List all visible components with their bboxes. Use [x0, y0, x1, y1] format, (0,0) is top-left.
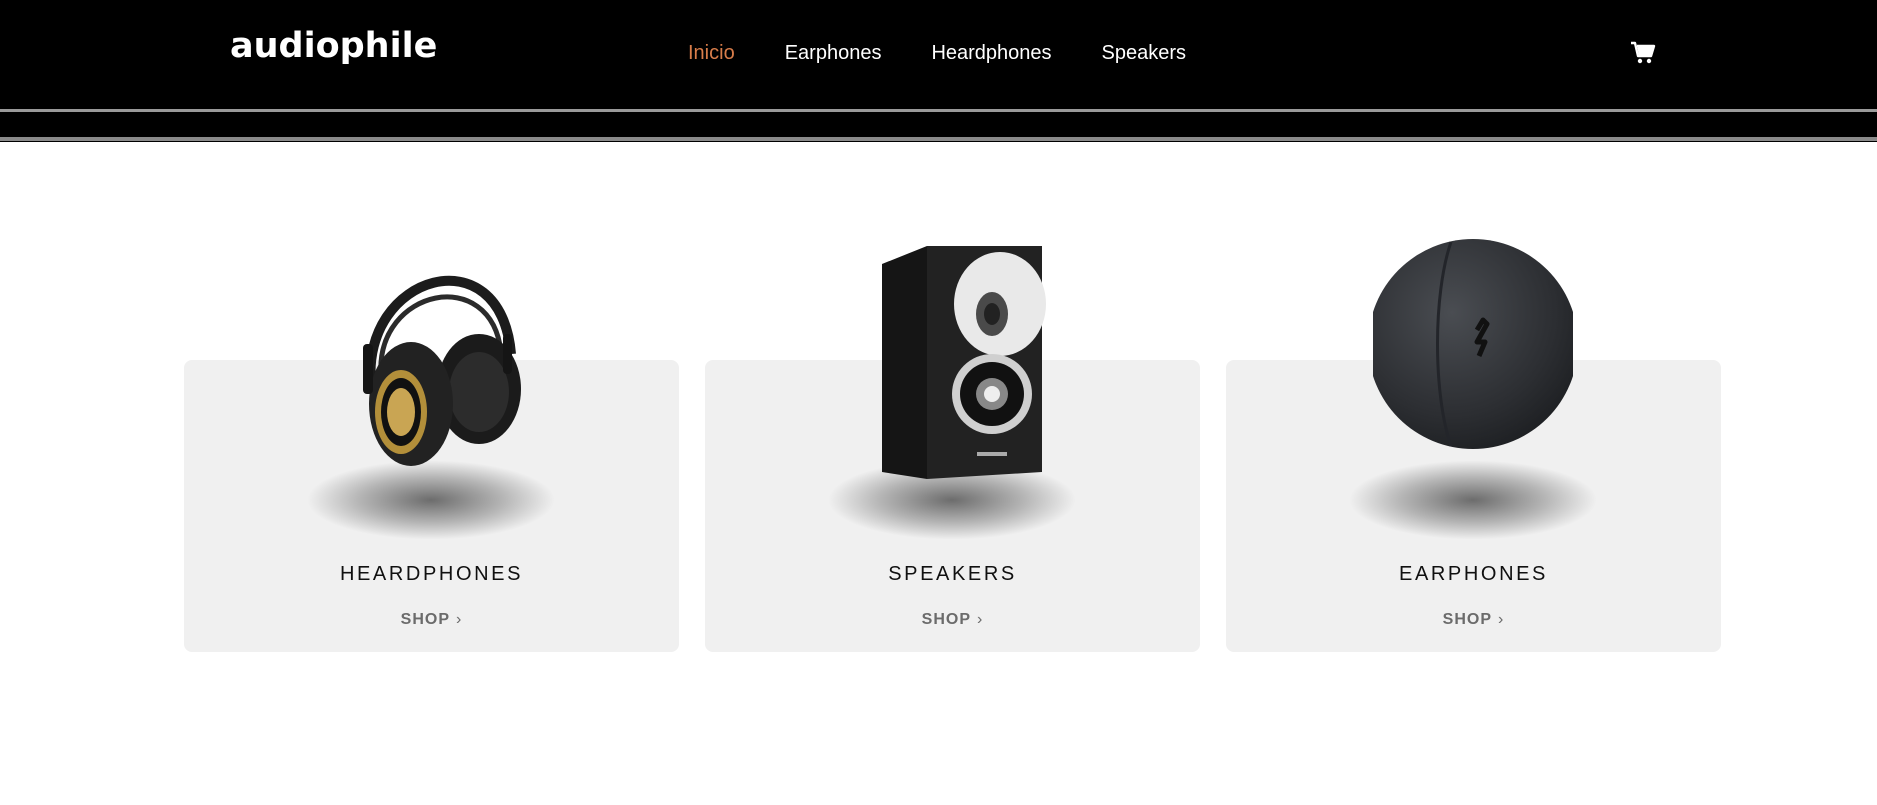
header-divider — [0, 109, 1877, 112]
site-logo[interactable]: audiophile — [230, 26, 437, 66]
headphones-image — [331, 234, 531, 494]
nav-link-headphones[interactable]: Heardphones — [931, 42, 1051, 65]
category-title: HEARDPHONES — [339, 563, 524, 585]
chevron-right-icon: › — [456, 611, 463, 628]
category-cards: HEARDPHONES SHOP › SPEAKERS SHOP › EARPH… — [184, 234, 1724, 654]
shop-link[interactable]: SHOP › — [705, 611, 1200, 629]
chevron-right-icon: › — [1498, 611, 1505, 628]
category-title: SPEAKERS — [888, 563, 1017, 585]
category-title: EARPHONES — [1399, 563, 1548, 585]
shop-label: SHOP — [1442, 611, 1492, 628]
speaker-image — [852, 234, 1052, 494]
category-card-headphones[interactable]: HEARDPHONES SHOP › — [184, 234, 679, 654]
header-bottom-border — [0, 137, 1877, 141]
shop-link[interactable]: SHOP › — [184, 611, 679, 629]
earphones-case-image — [1368, 234, 1578, 494]
nav-link-inicio[interactable]: Inicio — [688, 42, 735, 65]
nav-link-earphones[interactable]: Earphones — [785, 42, 882, 65]
shop-label: SHOP — [400, 611, 450, 628]
chevron-right-icon: › — [977, 611, 984, 628]
category-card-speakers[interactable]: SPEAKERS SHOP › — [705, 234, 1200, 654]
shop-link[interactable]: SHOP › — [1226, 611, 1721, 629]
nav-link-speakers[interactable]: Speakers — [1102, 42, 1187, 65]
shop-label: SHOP — [921, 611, 971, 628]
main-nav: Inicio Earphones Heardphones Speakers — [688, 42, 1236, 65]
site-header: audiophile Inicio Earphones Heardphones … — [0, 0, 1877, 142]
category-card-earphones[interactable]: EARPHONES SHOP › — [1226, 234, 1721, 654]
cart-icon[interactable] — [1630, 40, 1656, 66]
